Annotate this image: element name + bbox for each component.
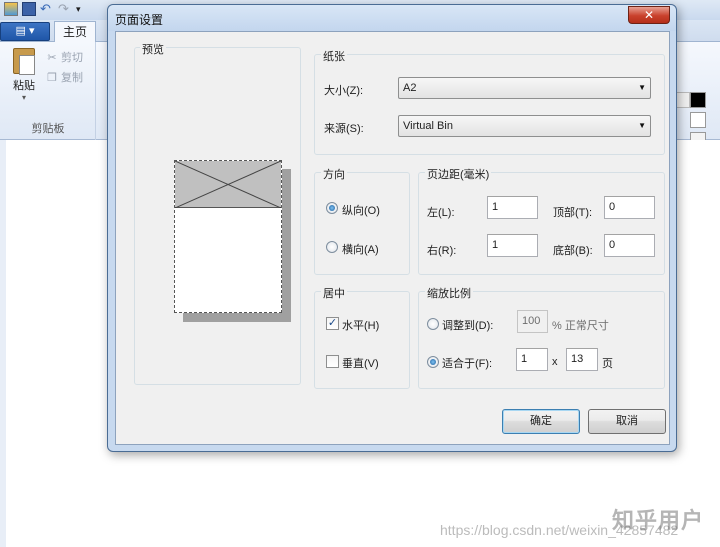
quick-access-toolbar: ↶ ↷ ▾ [4,2,90,16]
paste-button[interactable]: 粘贴 ▾ [8,48,40,114]
copy-button[interactable]: ❐ 复制 [46,68,83,86]
undo-icon[interactable]: ↶ [40,2,54,16]
page-setup-dialog: 页面设置 ✕ 预览 纸张 大小(Z): A2 ▼ 来源(S): Virtual … [107,4,677,452]
clipboard-group: 粘贴 ▾ ✂ 剪切 ❐ 复制 剪贴板 [0,42,96,140]
ok-button[interactable]: 确定 [502,409,580,434]
cut-button[interactable]: ✂ 剪切 [46,48,83,66]
clipboard-icon [13,48,35,75]
paper-source-value: Virtual Bin [403,120,453,132]
adjust-to-suffix: % 正常尺寸 [552,320,609,332]
preview-group-title: 预览 [140,41,166,57]
watermark-brand: 知乎用户 [612,508,705,533]
checkmark-icon: ✓ [327,317,338,329]
landscape-label[interactable]: 横向(A) [342,241,379,257]
clipboard-group-label: 剪贴板 [31,123,65,135]
margin-left-label: 左(L): [427,207,455,219]
paper-group: 纸张 大小(Z): A2 ▼ 来源(S): Virtual Bin ▼ [314,48,665,155]
paste-label: 粘贴 [13,80,35,92]
dialog-title-bar[interactable]: 页面设置 ✕ [108,5,676,31]
preview-page [174,160,282,313]
color-swatch-white[interactable] [690,112,706,128]
fit-to-radio[interactable] [427,356,439,368]
landscape-radio[interactable] [326,241,338,253]
orientation-group: 方向 纵向(O) 横向(A) [314,166,410,275]
margin-top-label: 顶部(T): [553,207,593,219]
margins-group-title: 页边距(毫米) [425,166,492,182]
centering-group: 居中 ✓ 水平(H) 垂直(V) [314,285,410,389]
margin-right-input[interactable]: 1 [487,234,538,257]
paper-source-label: 来源(S): [324,123,364,135]
app-menu-button[interactable]: ▤ ▾ [0,22,50,41]
preview-header-area [174,160,282,209]
adjust-to-radio[interactable] [427,318,439,330]
color-swatch-black[interactable] [690,92,706,108]
scaling-group-title: 缩放比例 [425,285,473,301]
margin-bottom-label: 底部(B): [553,245,593,257]
adjust-to-input[interactable]: 100 [517,310,548,333]
center-horizontal-checkbox[interactable]: ✓ [326,317,339,330]
paper-size-label: 大小(Z): [324,85,364,97]
centering-group-title: 居中 [321,285,347,301]
scaling-group: 缩放比例 调整到(D): 100 % 正常尺寸 适合于(F): 1 x 13 页 [418,285,665,389]
fit-to-label[interactable]: 适合于(F): [442,355,492,371]
center-horizontal-label[interactable]: 水平(H) [342,317,379,333]
margin-left-input[interactable]: 1 [487,196,538,219]
fit-pages-wide-input[interactable]: 1 [516,348,548,371]
dialog-body: 预览 纸张 大小(Z): A2 ▼ 来源(S): Virtual Bin ▼ 方… [115,31,670,445]
portrait-label[interactable]: 纵向(O) [342,202,380,218]
paper-group-title: 纸张 [321,48,347,64]
redo-icon[interactable]: ↷ [58,2,72,16]
canvas-left-margin [0,140,6,547]
cancel-button[interactable]: 取消 [588,409,666,434]
fit-x-separator: x [552,356,558,368]
paint-app-icon[interactable] [4,2,18,16]
paper-source-select[interactable]: Virtual Bin ▼ [398,115,651,137]
scissors-icon: ✂ [47,51,57,64]
margin-right-label: 右(R): [427,245,457,257]
close-icon: ✕ [643,8,655,22]
margins-group: 页边距(毫米) 左(L): 1 顶部(T): 0 右(R): 1 底部(B): … [418,166,665,275]
preview-group: 预览 [134,41,301,385]
cut-label: 剪切 [61,52,83,64]
center-vertical-checkbox[interactable] [326,355,339,368]
fit-pages-tall-input[interactable]: 13 [566,348,598,371]
fit-pages-suffix: 页 [602,358,613,370]
paper-size-select[interactable]: A2 ▼ [398,77,651,99]
customize-toolbar-icon[interactable]: ▾ [76,2,90,16]
adjust-to-label[interactable]: 调整到(D): [442,317,493,333]
close-button[interactable]: ✕ [628,6,670,24]
margin-top-input[interactable]: 0 [604,196,655,219]
portrait-radio[interactable] [326,202,338,214]
paper-size-value: A2 [403,82,417,94]
chevron-down-icon: ▾ [21,93,26,102]
chevron-down-icon: ▼ [638,83,646,92]
save-icon[interactable] [22,2,36,16]
preview-header-cross-icon [174,160,282,209]
center-vertical-label[interactable]: 垂直(V) [342,355,379,371]
dialog-title: 页面设置 [115,13,164,27]
chevron-down-icon: ▼ [638,121,646,130]
copy-label: 复制 [61,72,83,84]
tab-home[interactable]: 主页 [54,21,96,43]
margin-bottom-input[interactable]: 0 [604,234,655,257]
orientation-group-title: 方向 [321,166,347,182]
copy-icon: ❐ [47,71,57,84]
